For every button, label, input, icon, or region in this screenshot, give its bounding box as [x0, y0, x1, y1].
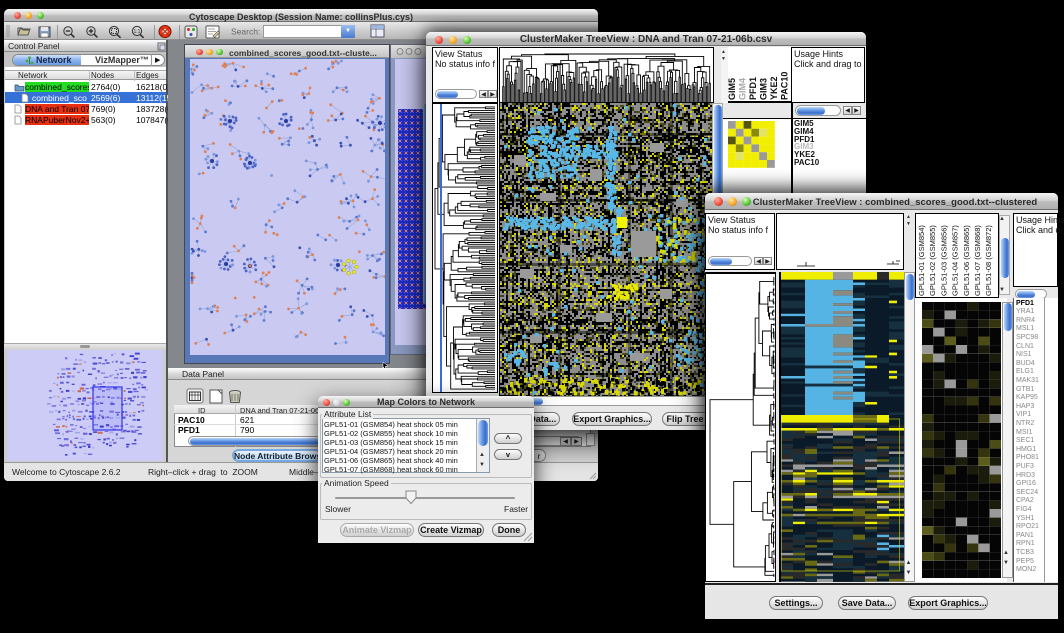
svg-text:Search:: Search: [231, 27, 260, 37]
svg-text:GPL51-01 (GSM854): GPL51-01 (GSM854) [917, 225, 926, 296]
svg-text:GPL51-02 (GSM855): GPL51-02 (GSM855) [928, 225, 937, 296]
svg-text:GIM4: GIM4 [738, 78, 748, 100]
svg-text:PAC10: PAC10 [780, 72, 790, 100]
svg-text:GPL51-06 (GSM865): GPL51-06 (GSM865) [962, 225, 971, 296]
svg-text:GPL51-03 (GSM856): GPL51-03 (GSM856) [939, 225, 948, 296]
svg-text:GPL51-07 (GSM868): GPL51-07 (GSM868) [973, 225, 982, 296]
svg-text:GPL51-04 (GSM857): GPL51-04 (GSM857) [951, 225, 960, 296]
svg-text:PFD1: PFD1 [748, 77, 758, 100]
svg-text:GIM5: GIM5 [728, 78, 737, 100]
svg-text:1:1: 1:1 [134, 29, 141, 35]
svg-text:YKE2: YKE2 [769, 76, 779, 100]
svg-text:GIM3: GIM3 [759, 78, 769, 100]
svg-text:GPL51-08 (GSM872): GPL51-08 (GSM872) [984, 225, 993, 296]
